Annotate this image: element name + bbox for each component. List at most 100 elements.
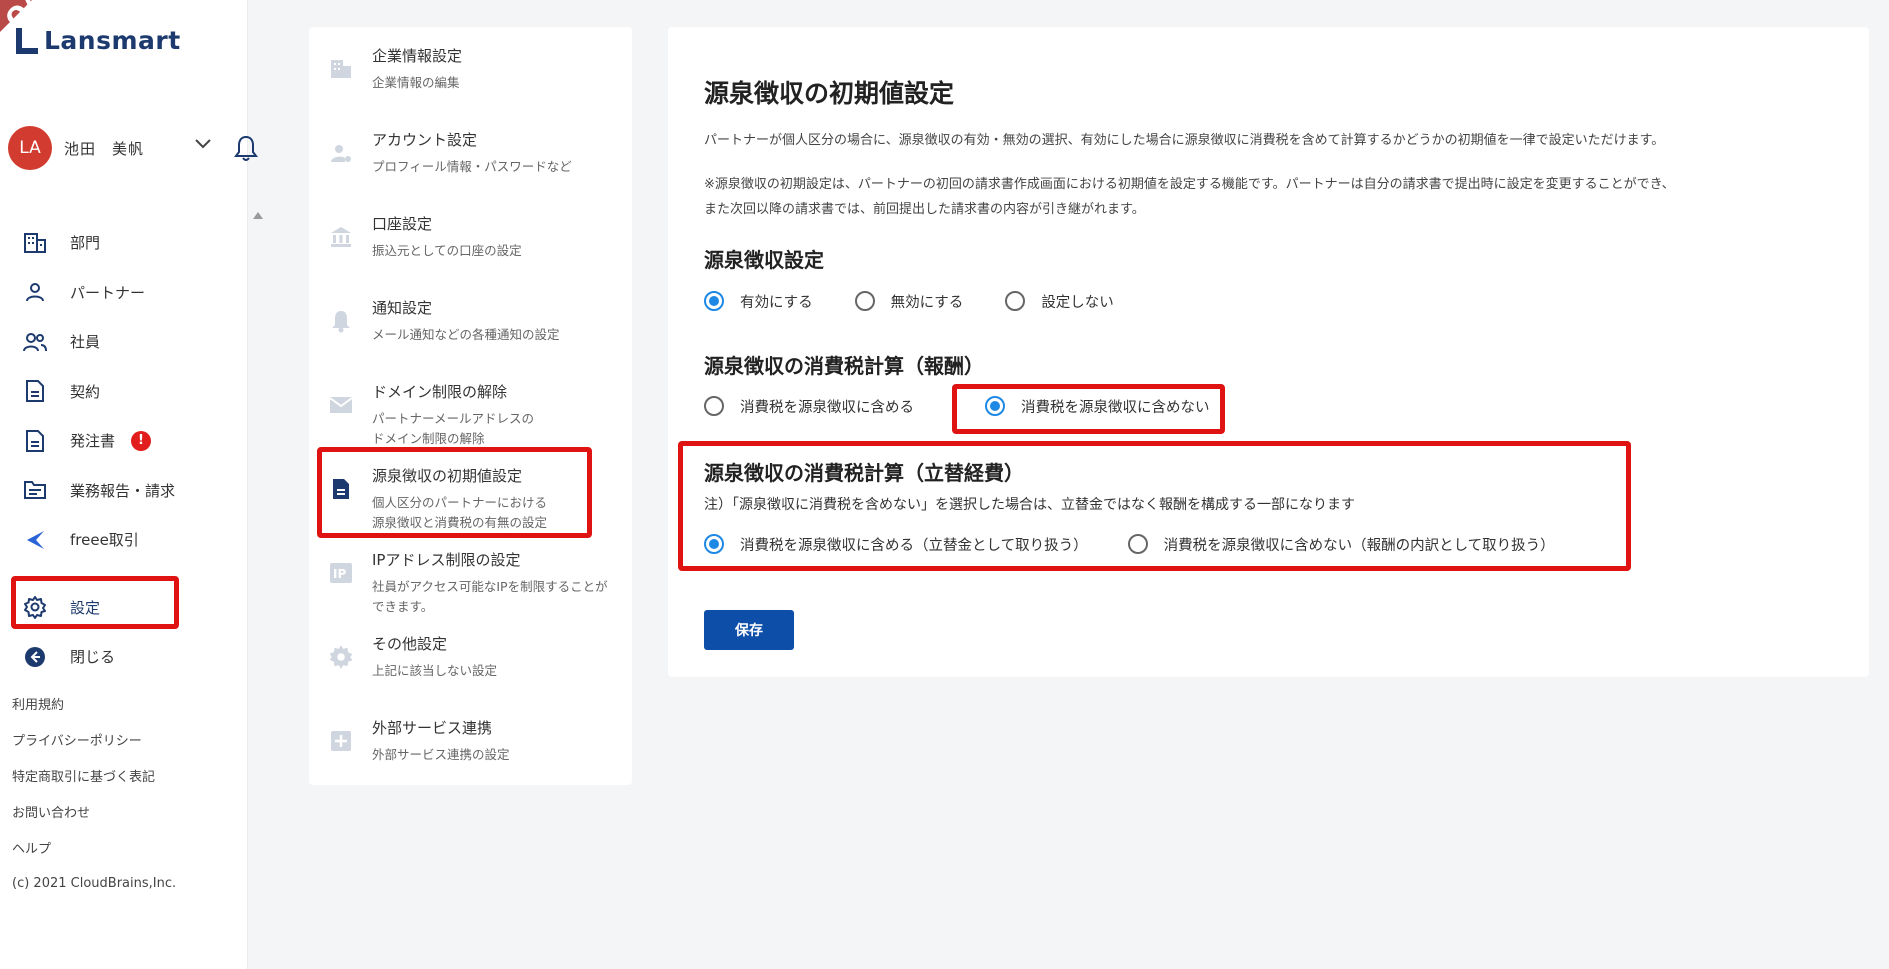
nav-label: freee取引 (70, 531, 139, 550)
save-button[interactable]: 保存 (704, 610, 794, 650)
nav-item-close[interactable]: 閉じる (0, 632, 248, 682)
menu-item-bank[interactable]: 口座設定 振込元としての口座の設定 (309, 195, 632, 279)
footer-link-commerce-law[interactable]: 特定商取引に基づく表記 (12, 766, 176, 802)
app-logo[interactable]: Lansmart (14, 26, 181, 55)
people-icon (22, 329, 48, 355)
person-icon (22, 279, 48, 305)
menu-item-account[interactable]: アカウント設定 プロフィール情報・パスワードなど (309, 111, 632, 195)
menu-subtitle: 個人区分のパートナーにおける 源泉徴収と消費税の有無の設定 (372, 495, 548, 530)
nav-item-departments[interactable]: 部門 (0, 218, 248, 268)
nav-item-partners[interactable]: パートナー (0, 268, 248, 318)
expense-note: 注）「源泉徴収に消費税を含めない」を選択した場合は、立替金ではなく報酬を構成する… (704, 497, 1355, 513)
gear-icon (327, 643, 355, 671)
radio-include-tax[interactable]: 消費税を源泉徴収に含める (704, 396, 914, 417)
menu-subtitle: 外部サービス連携の設定 (372, 747, 510, 762)
radio-enable[interactable]: 有効にする (704, 291, 813, 312)
description: パートナーが個人区分の場合に、源泉徴収の有効・無効の選択、有効にした場合に源泉徴… (704, 133, 1665, 148)
svg-text:IP: IP (333, 567, 346, 581)
menu-item-domain[interactable]: ドメイン制限の解除 パートナーメールアドレスの ドメイン制限の解除 (309, 363, 632, 447)
document-icon (22, 428, 48, 454)
chevron-down-icon[interactable] (194, 138, 212, 150)
nav-label: 社員 (70, 333, 101, 352)
nav-item-employees[interactable]: 社員 (0, 317, 248, 367)
radio-group-tax-fee: 消費税を源泉徴収に含める 消費税を源泉徴収に含めない (704, 394, 1250, 418)
gear-icon (22, 594, 48, 620)
radio-label: 消費税を源泉徴収に含めない（報酬の内訳として取り扱う） (1163, 537, 1555, 554)
nav-item-settings[interactable]: 設定 (0, 583, 248, 633)
menu-title: 外部サービス連携 (372, 719, 493, 737)
menu-title: 通知設定 (372, 299, 433, 317)
scroll-up-icon[interactable] (253, 212, 263, 219)
radio-label: 消費税を源泉徴収に含める (740, 399, 914, 416)
bell-icon (327, 307, 355, 335)
menu-item-external[interactable]: 外部サービス連携 外部サービス連携の設定 (309, 699, 632, 783)
footer-link-contact[interactable]: お問い合わせ (12, 802, 176, 838)
nav-label: パートナー (70, 283, 146, 302)
radio-group-tax-expense: 消費税を源泉徴収に含める（立替金として取り扱う） 消費税を源泉徴収に含めない（報… (704, 532, 1595, 556)
footer-link-privacy[interactable]: プライバシーポリシー (12, 730, 176, 766)
avatar: LA (8, 126, 52, 170)
bank-icon (327, 223, 355, 251)
section-title-tax-expense: 源泉徴収の消費税計算（立替経費） (704, 461, 1024, 485)
user-menu[interactable]: LA 池田 美帆 (8, 126, 258, 170)
radio-button[interactable] (704, 534, 724, 554)
radio-include-tax-expense[interactable]: 消費税を源泉徴収に含める（立替金として取り扱う） (704, 534, 1088, 555)
nav-item-freee[interactable]: freee取引 (0, 515, 248, 565)
menu-title: 企業情報設定 (372, 47, 463, 65)
menu-item-notification[interactable]: 通知設定 メール通知などの各種通知の設定 (309, 279, 632, 363)
radio-button[interactable] (704, 396, 724, 416)
section-title-tax-fee: 源泉徴収の消費税計算（報酬） (704, 354, 984, 378)
radio-label: 有効にする (740, 294, 813, 311)
menu-subtitle: パートナーメールアドレスの ドメイン制限の解除 (372, 411, 535, 446)
menu-title: アカウント設定 (372, 131, 478, 149)
nav-item-contracts[interactable]: 契約 (0, 367, 248, 417)
radio-not-set[interactable]: 設定しない (1005, 291, 1114, 312)
nav-item-purchase-orders[interactable]: 発注書 ! (0, 416, 248, 466)
menu-item-ip-restriction[interactable]: IP IPアドレス制限の設定 社員がアクセス可能なIPを制限することができます。 (309, 531, 632, 615)
page-title: 源泉徴収の初期値設定 (704, 79, 955, 108)
radio-exclude-tax-expense[interactable]: 消費税を源泉徴収に含めない（報酬の内訳として取り扱う） (1127, 534, 1555, 555)
freee-icon (22, 527, 48, 553)
menu-title: その他設定 (372, 635, 448, 653)
radio-button[interactable] (1005, 291, 1026, 311)
building-icon (327, 55, 355, 83)
menu-item-other[interactable]: その他設定 上記に該当しない設定 (309, 615, 632, 699)
radio-exclude-tax[interactable]: 消費税を源泉徴収に含めない (985, 396, 1210, 417)
withholding-settings-panel: 源泉徴収の初期値設定 パートナーが個人区分の場合に、源泉徴収の有効・無効の選択、… (668, 27, 1869, 677)
settings-menu: 企業情報設定 企業情報の編集 アカウント設定 プロフィール情報・パスワードなど … (309, 27, 632, 785)
alert-badge: ! (131, 430, 152, 451)
menu-title: IPアドレス制限の設定 (372, 551, 521, 569)
building-icon (22, 230, 48, 256)
radio-label: 設定しない (1041, 294, 1114, 311)
radio-button[interactable] (1127, 534, 1148, 554)
radio-button[interactable] (985, 396, 1005, 416)
nav-label: 設定 (70, 598, 101, 617)
menu-subtitle: プロフィール情報・パスワードなど (372, 159, 572, 174)
menu-item-withholding[interactable]: 源泉徴収の初期値設定 個人区分のパートナーにおける 源泉徴収と消費税の有無の設定 (309, 447, 632, 531)
description-note: ※源泉徴収の初期設定は、パートナーの初回の請求書作成画面における初期値を設定する… (704, 177, 1675, 217)
logo-mark-icon (14, 27, 38, 54)
ip-icon: IP (327, 559, 355, 587)
menu-item-company[interactable]: 企業情報設定 企業情報の編集 (309, 27, 632, 111)
nav-label: 部門 (70, 234, 101, 253)
user-name: 池田 美帆 (64, 139, 145, 158)
copyright: (c) 2021 CloudBrains,Inc. (12, 876, 177, 891)
app-name: Lansmart (44, 26, 181, 55)
radio-button[interactable] (854, 291, 875, 311)
footer-link-help[interactable]: ヘルプ (12, 838, 176, 874)
menu-title: ドメイン制限の解除 (372, 383, 508, 401)
menu-subtitle: メール通知などの各種通知の設定 (372, 327, 560, 342)
bell-icon[interactable] (234, 134, 258, 162)
footer-link-terms[interactable]: 利用規約 (12, 694, 176, 730)
nav-item-reports[interactable]: 業務報告・請求 (0, 466, 248, 516)
menu-subtitle: 企業情報の編集 (372, 75, 460, 90)
radio-group-withholding: 有効にする 無効にする 設定しない (704, 289, 1154, 313)
plus-box-icon (327, 727, 355, 755)
menu-title: 源泉徴収の初期値設定 (372, 467, 523, 485)
radio-disable[interactable]: 無効にする (854, 291, 963, 312)
user-gear-icon (327, 139, 355, 167)
folder-icon (22, 477, 48, 503)
document-icon (327, 475, 355, 503)
nav-label: 発注書 (70, 432, 116, 451)
radio-button[interactable] (704, 291, 724, 311)
